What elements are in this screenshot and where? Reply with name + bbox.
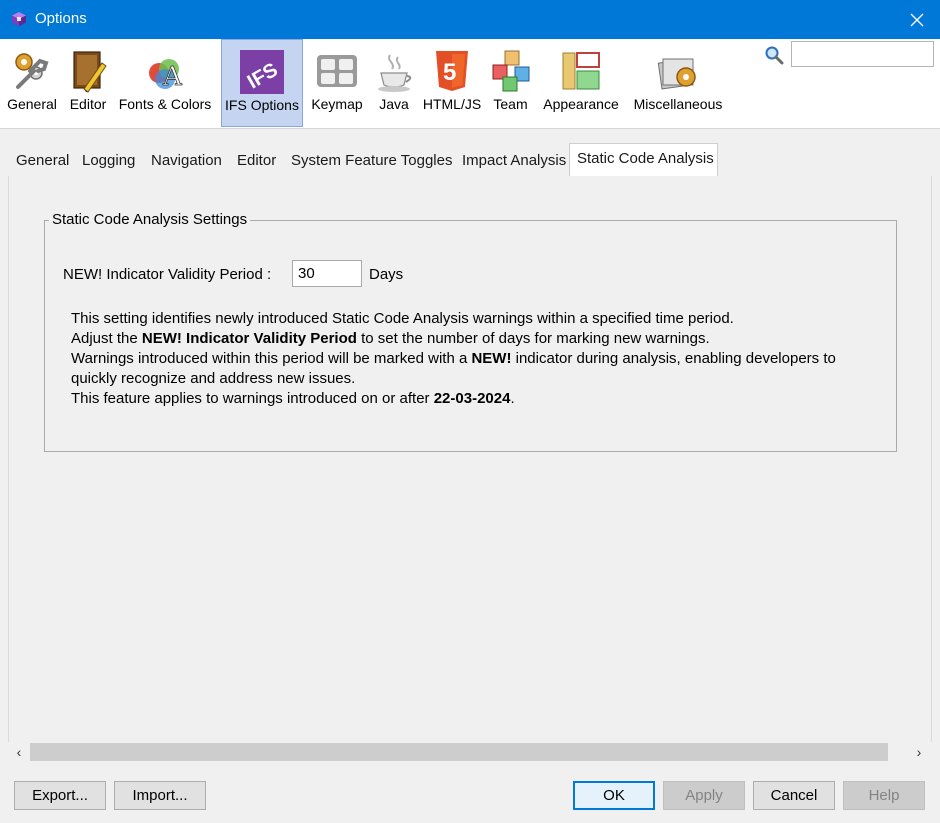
category-label: HTML/JS	[422, 96, 482, 112]
category-label: IFS Options	[225, 97, 299, 113]
category-label: Java	[379, 96, 409, 112]
category-java[interactable]: Java	[372, 39, 416, 127]
description-text: This setting identifies newly introduced…	[71, 309, 871, 409]
team-cubes-icon	[492, 50, 529, 92]
tab-general[interactable]: General	[10, 147, 75, 176]
tab-system-feature-toggles[interactable]: System Feature Toggles	[285, 147, 458, 176]
category-team[interactable]: Team	[487, 39, 534, 127]
description-line: This setting identifies newly introduced…	[71, 310, 734, 327]
tab-navigation[interactable]: Navigation	[145, 147, 228, 176]
category-html-js[interactable]: 5 HTML/JS	[420, 39, 484, 127]
ifs-logo-icon: IFS	[240, 50, 284, 94]
tab-editor[interactable]: Editor	[231, 147, 282, 176]
search-icon	[765, 46, 784, 65]
tab-impact-analysis[interactable]: Impact Analysis	[456, 147, 572, 176]
tab-static-code-analysis[interactable]: Static Code Analysis	[569, 143, 718, 176]
category-keymap[interactable]: Keymap	[307, 39, 367, 127]
import-button[interactable]: Import...	[114, 781, 206, 810]
category-general[interactable]: General	[2, 39, 62, 127]
html5-shield-icon: 5	[436, 51, 468, 91]
category-ifs-options[interactable]: IFS IFS Options	[221, 39, 303, 127]
netbeans-cube-icon	[12, 12, 26, 26]
apply-button[interactable]: Apply	[663, 781, 745, 810]
svg-text:5: 5	[443, 59, 456, 86]
category-label: Editor	[69, 96, 107, 112]
category-toolbar: General Editor A Fonts & Colors IFS IFS …	[0, 39, 940, 129]
category-label: General	[7, 96, 57, 112]
ok-button[interactable]: OK	[573, 781, 655, 810]
close-button[interactable]	[894, 0, 940, 39]
chevron-left-icon[interactable]: ‹	[8, 742, 30, 762]
category-label: Miscellaneous	[633, 96, 723, 112]
group-title: Static Code Analysis Settings	[49, 211, 251, 228]
search-input[interactable]	[791, 41, 934, 67]
close-x-icon	[910, 13, 924, 26]
category-label: Fonts & Colors	[118, 96, 212, 112]
scrollbar-thumb[interactable]	[30, 743, 888, 761]
category-fonts-colors[interactable]: A Fonts & Colors	[114, 39, 216, 127]
misc-stack-gear-icon	[657, 58, 696, 90]
horizontal-scrollbar[interactable]: ‹ ›	[8, 742, 932, 762]
category-label: Appearance	[543, 96, 619, 112]
category-editor[interactable]: Editor	[64, 39, 112, 127]
export-button[interactable]: Export...	[14, 781, 106, 810]
description-line: This feature applies to warnings introdu…	[71, 390, 515, 407]
description-line: Adjust the NEW! Indicator Validity Perio…	[71, 330, 710, 347]
keyboard-icon	[317, 55, 357, 87]
font-palette-icon: A	[149, 59, 183, 92]
book-pencil-icon	[73, 51, 107, 93]
description-line: Warnings introduced within this period w…	[71, 350, 836, 367]
svg-text:A: A	[162, 62, 183, 92]
description-line: quickly recognize and address new issues…	[71, 370, 356, 387]
validity-period-field[interactable]	[292, 260, 362, 287]
window-title: Options	[35, 10, 87, 27]
category-label: Keymap	[311, 96, 363, 112]
chevron-right-icon[interactable]: ›	[908, 742, 930, 762]
java-coffee-cup-icon	[378, 54, 412, 92]
category-label: Team	[493, 96, 528, 112]
options-tabs: General Logging Navigation Editor System…	[0, 143, 940, 176]
help-button[interactable]: Help	[843, 781, 925, 810]
category-appearance[interactable]: Appearance	[538, 39, 624, 127]
tab-logging[interactable]: Logging	[76, 147, 141, 176]
category-miscellaneous[interactable]: Miscellaneous	[628, 39, 728, 127]
title-bar: Options	[0, 0, 940, 39]
gears-wrench-icon	[15, 53, 49, 89]
validity-period-label: NEW! Indicator Validity Period :	[63, 266, 272, 283]
validity-period-unit: Days	[369, 266, 404, 283]
cancel-button[interactable]: Cancel	[753, 781, 835, 810]
appearance-panels-icon	[562, 52, 600, 90]
